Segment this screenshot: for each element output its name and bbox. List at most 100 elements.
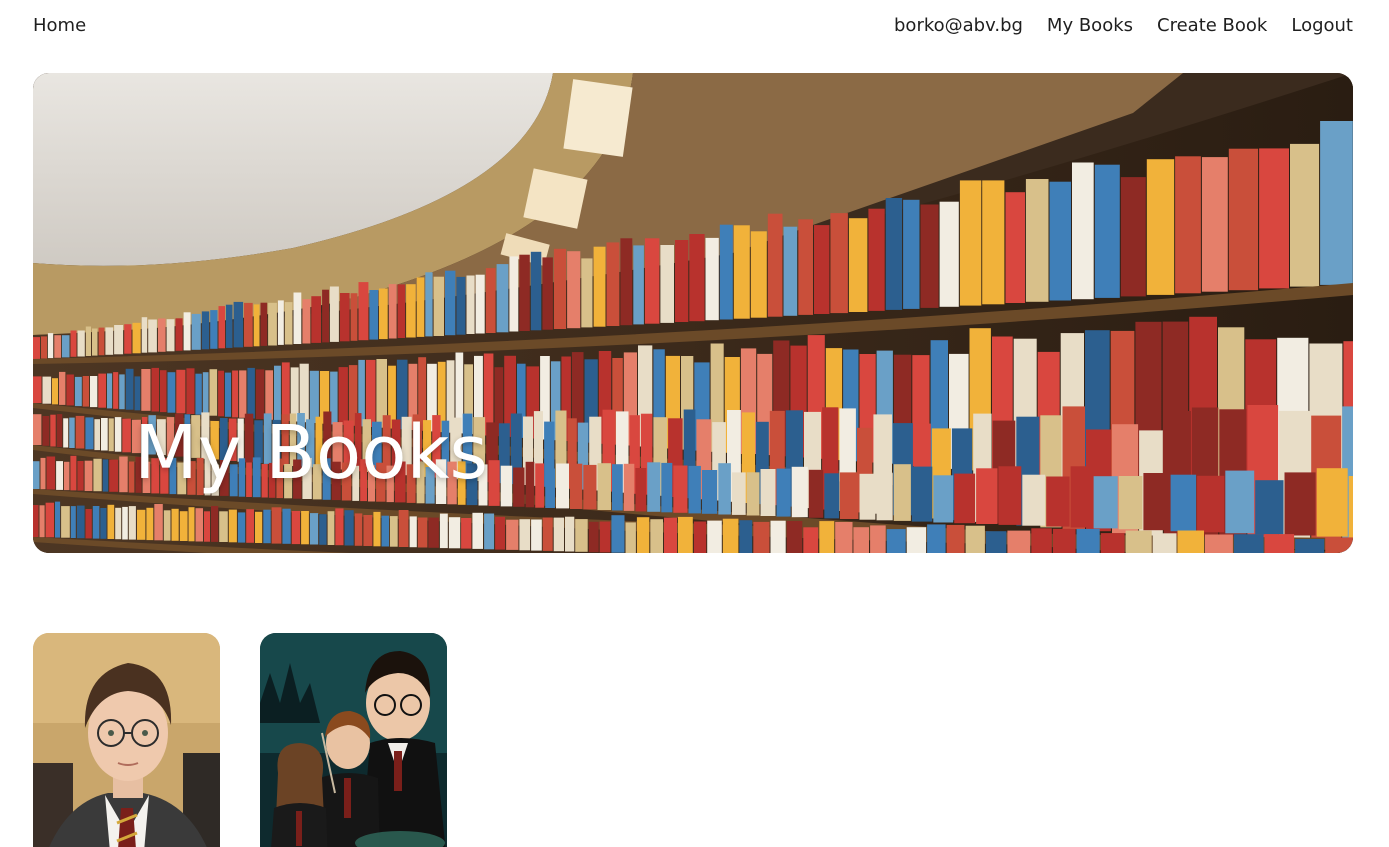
book-spine — [69, 417, 75, 448]
book-spine — [722, 518, 739, 553]
book-spine — [344, 510, 354, 546]
book-spine — [409, 516, 417, 548]
book-spine — [70, 455, 77, 491]
book-spine — [976, 468, 998, 524]
book-spine — [277, 300, 284, 345]
book-spine — [439, 513, 448, 549]
book-spine — [98, 327, 105, 356]
book-spine — [52, 378, 58, 405]
book-spine — [1070, 466, 1093, 528]
book-spine — [1228, 148, 1259, 291]
book-spine — [327, 511, 335, 545]
book-spine — [1120, 177, 1146, 297]
book-spine — [1100, 533, 1125, 553]
book-spine — [1170, 474, 1197, 532]
book-card[interactable] — [260, 633, 447, 847]
book-spine — [50, 414, 56, 447]
book-spine — [132, 322, 141, 354]
book-spine — [255, 511, 263, 543]
book-spine — [611, 515, 625, 553]
book-spine — [570, 463, 583, 509]
book-spine — [1201, 157, 1228, 292]
book-spine — [211, 506, 219, 542]
book-spine — [625, 522, 636, 553]
book-spine — [39, 505, 45, 538]
book-spine — [108, 418, 114, 452]
book-spine — [397, 284, 406, 338]
book-spine — [853, 527, 869, 553]
book-spine — [1320, 121, 1353, 285]
book-spine — [660, 245, 674, 323]
book-spine — [263, 509, 271, 544]
book-spine — [158, 318, 166, 352]
book-spine — [45, 502, 54, 538]
book-spine — [1233, 534, 1264, 553]
book-spine — [542, 517, 553, 551]
book-spine — [33, 461, 40, 489]
book-spine — [225, 304, 233, 348]
book-spine — [179, 511, 188, 541]
book-spine — [433, 276, 444, 336]
book-spine — [61, 506, 70, 538]
book-spine — [350, 293, 358, 341]
book-spine — [55, 501, 61, 538]
book-spine — [166, 319, 175, 352]
book-spine — [565, 516, 575, 552]
book-spine — [358, 282, 369, 341]
book-spine — [1152, 533, 1177, 553]
book-spine — [760, 469, 776, 516]
book-spine — [77, 461, 84, 491]
book-spine — [808, 469, 824, 518]
book-spine — [456, 276, 466, 335]
book-spine — [233, 301, 244, 348]
book-spine — [661, 462, 673, 513]
book-spine — [876, 472, 893, 521]
book-spine — [484, 513, 495, 550]
book-card[interactable] — [33, 633, 220, 847]
book-cover-image — [33, 633, 220, 847]
book-spine — [163, 510, 171, 541]
hero-banner: My Books — [33, 73, 1353, 553]
book-spine — [134, 376, 141, 411]
book-spine — [581, 258, 593, 328]
book-spine — [567, 251, 581, 329]
book-spine — [228, 509, 237, 543]
book-spine — [61, 335, 70, 358]
book-spine — [593, 246, 606, 327]
book-spine — [1290, 143, 1320, 287]
book-spine — [1205, 534, 1233, 553]
book-spine — [461, 518, 472, 549]
book-spine — [868, 208, 885, 311]
nav-create-book-link[interactable]: Create Book — [1157, 15, 1267, 36]
book-spine — [101, 418, 108, 451]
book-spine — [770, 520, 786, 553]
book-spine — [188, 507, 195, 542]
book-spine — [556, 463, 569, 509]
book-spine — [791, 466, 808, 518]
book-spine — [82, 376, 89, 407]
nav-home-link[interactable]: Home — [33, 15, 86, 36]
nav-logout-link[interactable]: Logout — [1291, 15, 1353, 36]
book-spine — [886, 529, 906, 553]
nav-user-email[interactable]: borko@abv.bg — [894, 15, 1023, 36]
book-spine — [417, 517, 428, 548]
book-spine — [92, 328, 98, 356]
book-spine — [1031, 528, 1052, 553]
book-spine — [531, 519, 542, 551]
book-spine — [485, 268, 496, 333]
book-spine — [141, 317, 148, 353]
book-spine — [705, 237, 719, 321]
book-spine — [1225, 470, 1255, 534]
book-spine — [416, 277, 425, 337]
book-spine — [553, 517, 564, 552]
book-spine — [84, 460, 93, 491]
book-spine — [271, 507, 282, 544]
book-spine — [701, 470, 718, 514]
book-spine — [105, 327, 114, 355]
book-spine — [74, 376, 82, 407]
book-spine — [66, 374, 74, 406]
book-spine — [920, 204, 939, 308]
nav-my-books-link[interactable]: My Books — [1047, 15, 1133, 36]
book-spine — [56, 461, 63, 490]
book-spine — [1118, 476, 1143, 530]
